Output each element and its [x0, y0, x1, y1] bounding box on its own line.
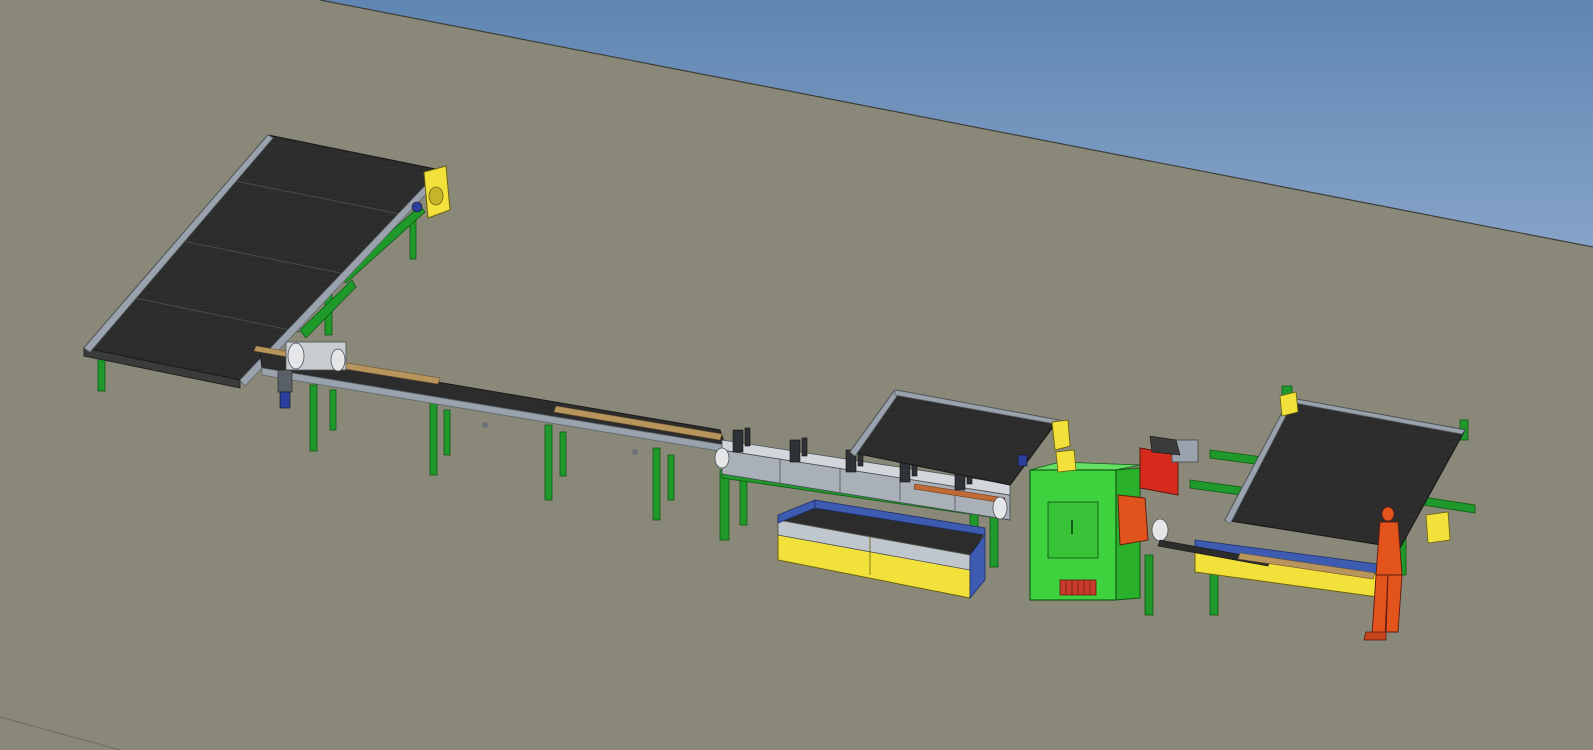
cad-scene: [0, 0, 1593, 750]
middle-drive-motor-icon: [1017, 454, 1028, 467]
infeed-drive-motor-icon: [411, 201, 423, 213]
transfer-motor-icon: [279, 391, 291, 409]
